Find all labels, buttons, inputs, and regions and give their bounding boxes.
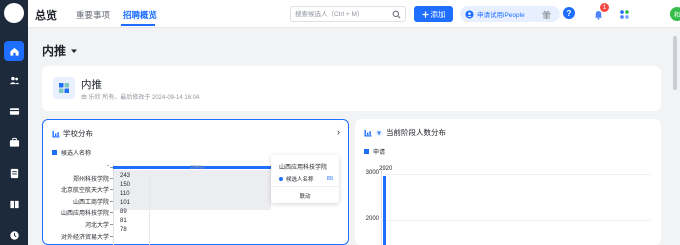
stage-bar-value: 2920 [379,166,393,172]
school-row-label: 北京航空航天大学 [60,188,109,194]
school-value-gridline [149,170,150,245]
briefcase-icon [9,137,19,147]
apps-button[interactable] [617,7,631,21]
school-tick [110,236,113,237]
stage-gridline [381,174,651,175]
school-row-value: 110 [120,191,130,197]
dashboard-meta: 由 乐欣 所有，最后修改于 2024-09-14 16:04 [81,95,200,101]
stage-legend-label: 申请 [373,150,386,156]
school-tick [110,224,113,225]
apps-grid-icon [619,9,629,19]
school-card-header: 学校分布 [52,128,93,139]
stage-y-tick-label: 3000 [365,170,379,176]
school-tick [110,178,113,179]
add-button-label: 添加 [430,9,446,19]
stage-card-header: 当前阶段人数分布 [364,127,446,138]
legend-swatch [52,150,57,155]
tooltip-series-name: 候选人名称 [286,177,314,183]
user-avatar[interactable]: 和 [670,7,680,21]
people-icon [465,9,474,19]
tooltip-drilldown-link[interactable]: 联动 [271,192,339,200]
bar-chart-icon [52,130,60,137]
tab-recruitment-overview[interactable]: 招聘概览 [123,9,157,21]
gift-icon [541,10,551,19]
plus-icon [421,10,429,18]
dashboard-info-card: 内推 由 乐欣 所有，最后修改于 2024-09-14 16:04 [42,66,661,111]
school-row-label: 郑州科技学院 [72,177,109,183]
stage-card-title: 当前阶段人数分布 [386,128,446,137]
page-scrollbar[interactable] [672,28,678,245]
dashboard-title: 内推 [81,79,102,91]
school-tick [110,189,113,190]
school-row-value: 89 [120,209,127,215]
school-card-title: 学校分布 [63,129,93,138]
stage-y-tick-label: 2000 [365,216,379,222]
sidebar-item-users[interactable] [4,70,24,90]
tab-important-items[interactable]: 重要事项 [76,9,110,21]
scrollbar-thumb[interactable] [673,36,677,90]
tooltip-row: 候选人名称 89 [279,175,333,183]
tooltip-divider [271,186,339,187]
workspace-logo[interactable] [4,3,24,23]
legend-swatch [364,149,369,154]
users-icon [9,76,19,84]
page-title[interactable]: 内推 [42,42,78,59]
sidebar-item-home[interactable] [4,41,24,61]
hover-highlight [113,170,271,210]
tooltip-series-dot [279,177,283,181]
chevron-right-icon[interactable]: › [337,127,340,137]
school-tick [110,212,113,213]
school-row-label: 山西应用科技学院 [60,211,109,217]
filter-icon[interactable] [375,129,383,137]
caret-down-icon [71,49,78,53]
school-row-label: 河北大学 [84,223,109,229]
question-icon: ? [566,8,572,18]
sidebar-item-jobs[interactable] [4,132,24,152]
stage-gridline [381,220,651,221]
card-icon [9,107,19,115]
chart-tooltip: 山西应用科技学院 候选人名称 89 联动 [271,155,339,203]
help-button[interactable]: ? [563,7,575,19]
search-input[interactable] [295,9,387,19]
search-box[interactable] [290,6,406,22]
app-title: 总览 [35,10,57,22]
school-row-label: 山西工商学院 [72,200,109,206]
school-row-value: 78 [120,227,127,233]
stage-distribution-card[interactable]: 当前阶段人数分布 申请 [355,119,661,245]
home-icon [9,47,19,56]
bar-chart-icon [364,129,372,136]
stage-axis-line [381,168,382,245]
school-row-value: 101 [120,200,131,206]
tooltip-value: 89 [326,176,333,182]
apply-trial-label: 申请试用iPeople [477,12,525,19]
stage-legend[interactable]: 申请 [364,147,385,156]
school-legend-label: 候选人名称 [61,151,92,157]
page-title-text: 内推 [42,44,67,58]
active-tab-indicator [121,24,155,26]
dashboard-icon [53,77,75,99]
school-tick [110,167,113,168]
school-row-label: 对外经济贸易大学 [60,235,109,241]
school-legend[interactable]: 候选人名称 [52,148,91,157]
school-row-label: - [107,163,109,169]
school-row-value: 81 [120,218,127,224]
school-tick [110,201,113,202]
notification-badge: 1 [600,3,609,12]
school-row-value: 150 [120,182,131,188]
tooltip-title: 山西应用科技学院 [279,165,328,171]
gift-button[interactable] [539,7,553,21]
add-button[interactable]: 添加 [414,6,453,22]
sidebar-item-cards[interactable] [4,101,24,121]
search-icon[interactable] [392,10,401,19]
stage-bar-applied[interactable] [383,176,386,245]
top-bar: 总览 重要事项 招聘概览 添加 申请试用iPeople ? 1 和 [28,0,680,28]
school-row-value: 243 [120,173,131,179]
